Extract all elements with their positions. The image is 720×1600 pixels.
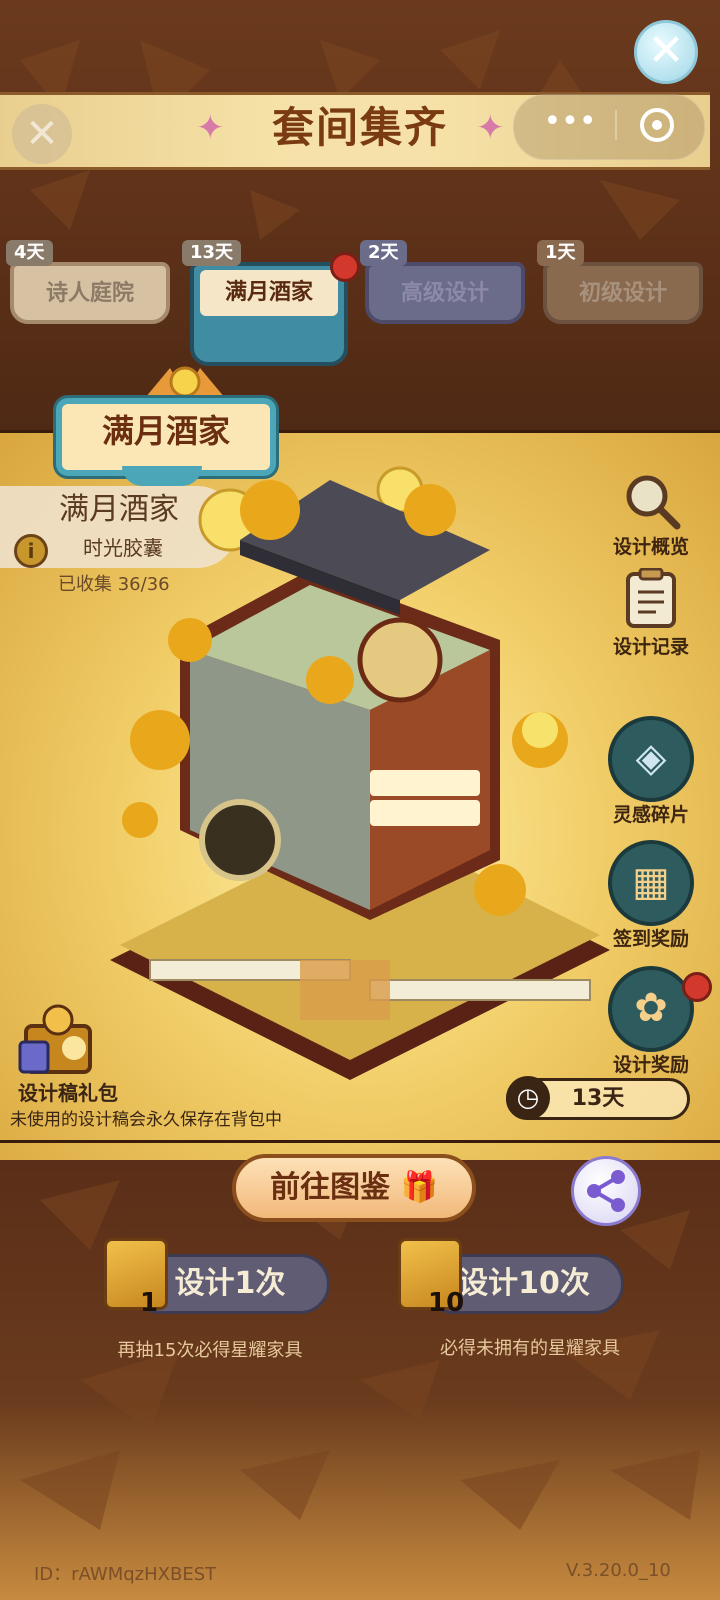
tab-label: 初级设计 — [578, 281, 667, 306]
go-to-catalog-label: 前往图鉴 — [270, 1170, 391, 1205]
share-icon — [587, 1170, 625, 1212]
app-version: V.3.20.0_10 — [566, 1560, 671, 1581]
design-overview-button[interactable]: 设计概览 — [606, 470, 696, 560]
tab-days-badge: 2天 — [360, 240, 407, 266]
exit-target-icon[interactable] — [640, 108, 674, 142]
tavern-scene-illustration[interactable] — [70, 440, 630, 1140]
draw-guarantee-note: 必得未拥有的星耀家具 — [440, 1338, 620, 1359]
tab-basic-design[interactable]: 初级设计 — [543, 262, 703, 324]
more-icon[interactable]: ••• — [540, 100, 600, 150]
sparkle-icon: ✦ — [476, 108, 505, 148]
go-to-catalog-button[interactable]: 前往图鉴 🎁 — [232, 1154, 476, 1222]
user-id: ID：rAWMqzHXBEST — [34, 1564, 217, 1585]
inspiration-shard-icon: ◈ — [608, 716, 694, 802]
scene-bottom-border — [0, 1140, 720, 1143]
tab-advanced-design[interactable]: 高级设计 — [365, 262, 525, 324]
gift-box-icon: 🎁 — [400, 1170, 438, 1205]
design-ticket-icon — [104, 1238, 168, 1310]
top-background — [0, 0, 720, 432]
magnifier-icon — [626, 475, 681, 530]
ticket-count: 1 — [140, 1288, 159, 1318]
info-icon[interactable]: i — [14, 534, 48, 568]
tab-label: 诗人庭院 — [45, 281, 134, 306]
notification-dot — [682, 972, 712, 1002]
clock-icon: ◷ — [506, 1076, 550, 1120]
side-button-label: 设计概览 — [612, 536, 689, 558]
gift-pack-icon[interactable] — [18, 1000, 98, 1078]
tab-full-moon-tavern[interactable]: 满月酒家 — [190, 262, 348, 366]
tab-label: 高级设计 — [400, 281, 489, 306]
inspiration-shard-button[interactable]: ◈ 灵感碎片 — [606, 716, 696, 828]
page-title: 套间集齐 — [271, 103, 448, 152]
bottom-background — [0, 1160, 720, 1600]
side-button-label: 设计记录 — [612, 636, 689, 658]
gift-pack-note: 未使用的设计稿会永久保存在背包中 — [10, 1110, 282, 1130]
side-button-label: 设计奖励 — [612, 1054, 689, 1076]
share-button[interactable] — [571, 1156, 641, 1226]
side-button-label: 灵感碎片 — [612, 804, 689, 826]
draw-guarantee-note: 再抽15次必得星耀家具 — [117, 1340, 303, 1361]
capsule-divider — [615, 110, 617, 140]
reward-icon: ✿ — [608, 966, 694, 1052]
notification-dot — [330, 252, 360, 282]
close-icon[interactable]: ✕ — [12, 104, 72, 164]
calendar-icon: ▦ — [608, 840, 694, 926]
tab-label: 满月酒家 — [200, 270, 338, 316]
tab-days-badge: 4天 — [6, 240, 53, 266]
tab-days-badge: 1天 — [537, 240, 584, 266]
design-record-button[interactable]: 设计记录 — [606, 567, 696, 660]
sign-in-reward-button[interactable]: ▦ 签到奖励 — [606, 840, 696, 952]
gift-pack-label[interactable]: 设计稿礼包 — [18, 1080, 148, 1106]
clipboard-icon — [626, 567, 676, 628]
close-button[interactable]: ✕ — [634, 20, 698, 84]
tab-days-badge: 13天 — [182, 240, 242, 266]
side-button-label: 签到奖励 — [612, 928, 689, 950]
ticket-count: 10 — [428, 1288, 465, 1318]
sparkle-icon: ✦ — [196, 108, 225, 148]
tab-poet-courtyard[interactable]: 诗人庭院 — [10, 262, 170, 324]
